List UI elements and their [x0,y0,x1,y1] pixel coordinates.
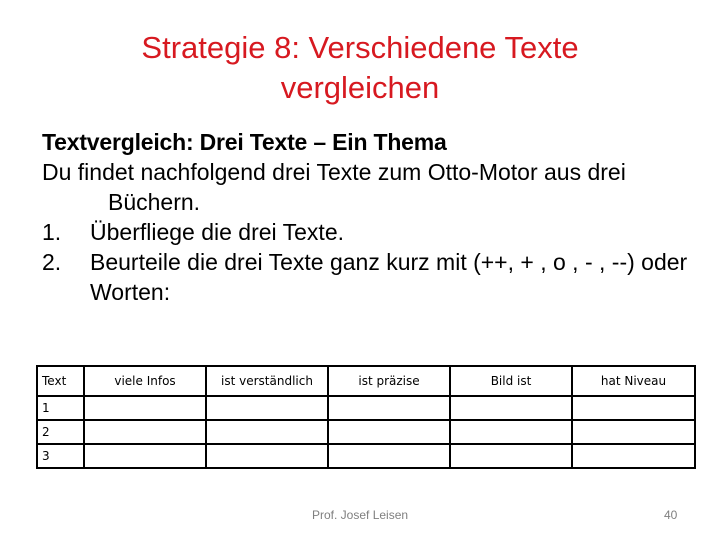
table-cell[interactable] [205,395,329,421]
table-row: 3 [36,443,696,469]
table-cell[interactable] [83,443,207,469]
step-item: 1. Überfliege die drei Texte. [42,217,702,247]
table-header-row: Text viele Infos ist verständlich ist pr… [36,365,696,397]
table-cell[interactable] [205,419,329,445]
table-cell[interactable] [83,419,207,445]
header-hat-niveau: hat Niveau [571,365,696,397]
section-heading: Textvergleich: Drei Texte – Ein Thema [42,129,447,155]
slide-title: Strategie 8: Verschiedene Texte vergleic… [141,30,579,105]
table-cell[interactable] [571,419,696,445]
table-cell[interactable] [83,395,207,421]
table-row: 2 [36,419,696,445]
table-cell[interactable] [327,419,451,445]
table-cell[interactable] [571,443,696,469]
intro-paragraph: Du findet nachfolgend drei Texte zum Ott… [42,159,626,215]
table-row: 1 [36,395,696,421]
header-text: Text [36,365,85,397]
header-bild-ist: Bild ist [449,365,573,397]
comparison-table: Text viele Infos ist verständlich ist pr… [36,365,696,469]
table-cell[interactable] [449,419,573,445]
instructions-block: Textvergleich: Drei Texte – Ein Thema Du… [42,127,702,307]
row-label: 2 [36,419,85,445]
step-text: Beurteile die drei Texte ganz kurz mit (… [90,249,688,305]
header-ist-praezise: ist präzise [327,365,451,397]
step-number: 1. [42,219,62,245]
page-number: 40 [664,508,678,522]
table-cell[interactable] [571,395,696,421]
step-text: Überfliege die drei Texte. [90,219,344,245]
table-cell[interactable] [449,395,573,421]
step-number: 2. [42,249,62,275]
header-viele-infos: viele Infos [83,365,207,397]
table-cell[interactable] [449,443,573,469]
step-item: 2. Beurteile die drei Texte ganz kurz mi… [42,247,702,307]
table-cell[interactable] [205,443,329,469]
table-cell[interactable] [327,443,451,469]
table-cell[interactable] [327,395,451,421]
row-label: 1 [36,395,85,421]
header-ist-verstaendlich: ist verständlich [205,365,329,397]
row-label: 3 [36,443,85,469]
footer-author: Prof. Josef Leisen [312,508,409,522]
